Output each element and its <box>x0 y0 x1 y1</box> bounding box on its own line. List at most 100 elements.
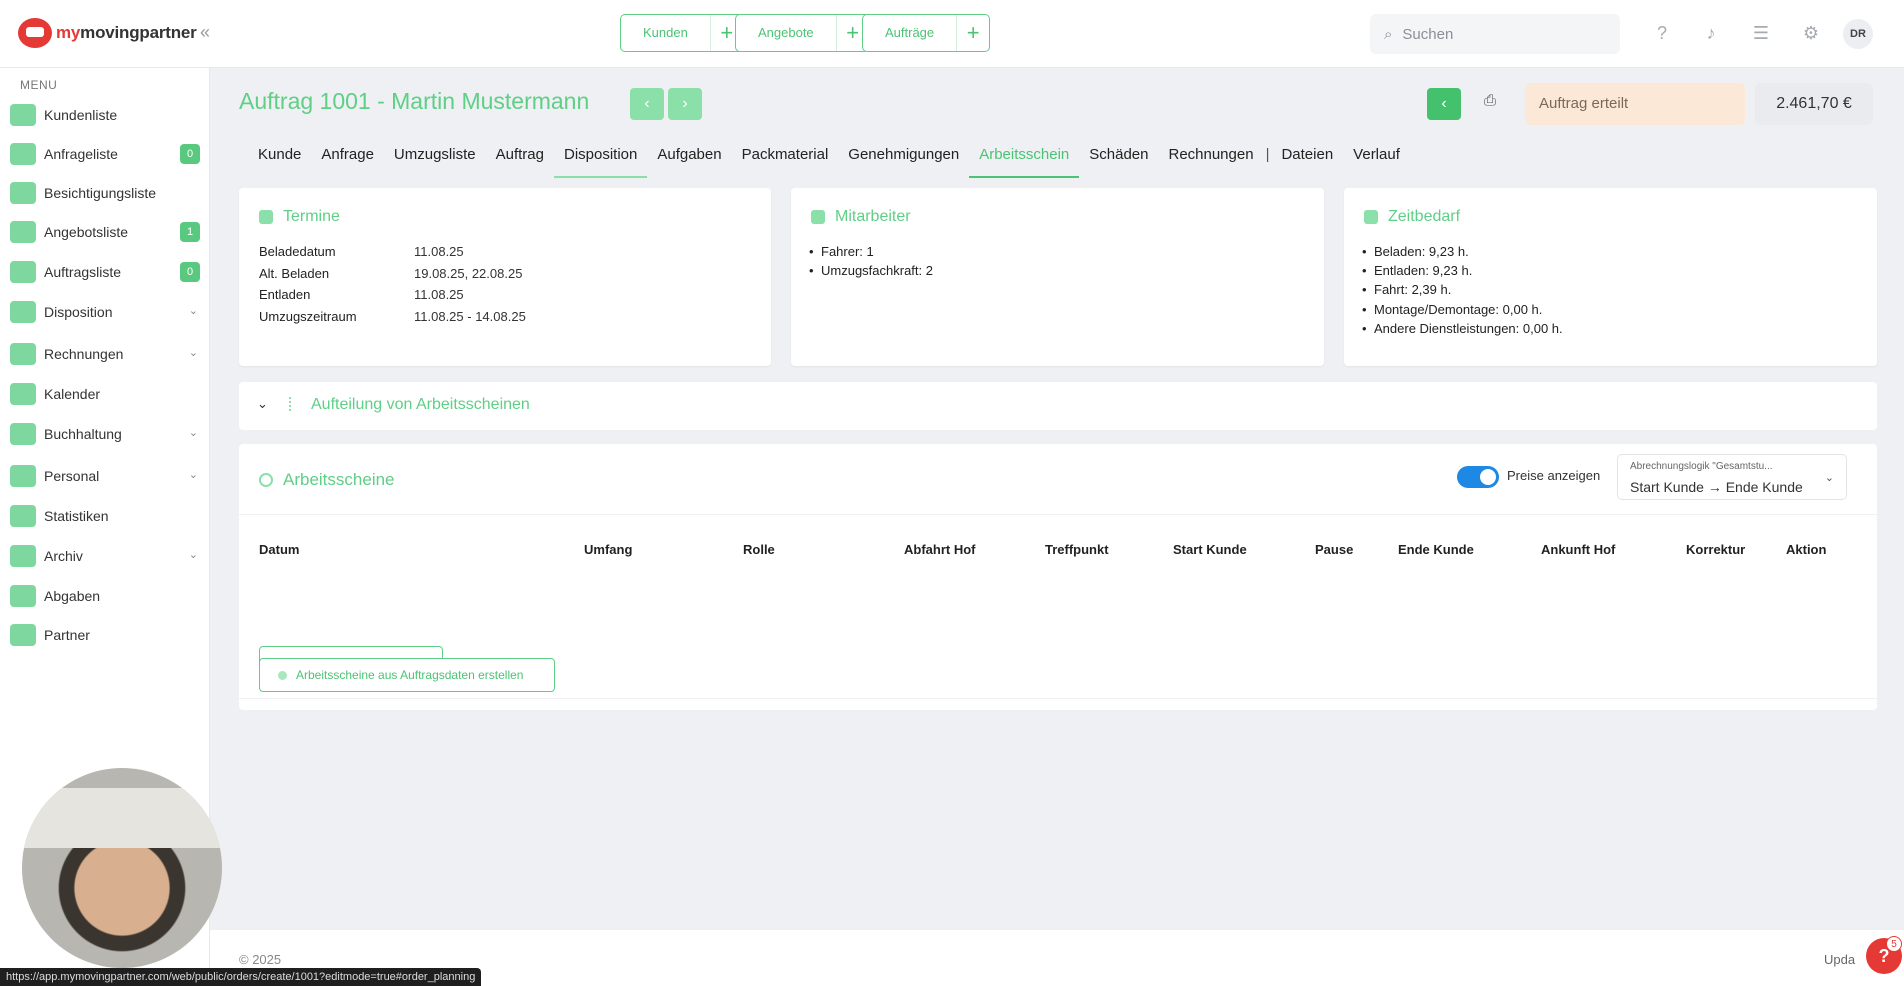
search-icon: ⌕ <box>1384 25 1393 43</box>
tab-arbeitsschein[interactable]: Arbeitsschein <box>969 146 1080 178</box>
divider <box>239 698 1877 699</box>
sidebar-item-personal[interactable]: Personal ⌄ <box>10 462 200 490</box>
tab-schaeden[interactable]: Schäden <box>1079 146 1158 178</box>
people-icon <box>811 210 825 224</box>
collapse-sidebar-icon[interactable]: « <box>200 22 210 43</box>
tab-anfrage[interactable]: Anfrage <box>311 146 384 178</box>
avatar[interactable]: DR <box>1843 19 1873 49</box>
search-input[interactable]: ⌕ Suchen <box>1370 14 1620 54</box>
tab-umzugsliste[interactable]: Umzugsliste <box>384 146 486 178</box>
list-item: Fahrt: 2,39 h. <box>1362 282 1451 297</box>
column-header-pause: Pause <box>1315 542 1354 557</box>
help-icon[interactable]: ? <box>1651 22 1673 44</box>
abrechnungslogik-select[interactable]: Abrechnungslogik "Gesamtstu... Start Kun… <box>1617 454 1847 500</box>
menu-title: MENU <box>20 78 58 92</box>
sidebar-item-archiv[interactable]: Archiv ⌄ <box>10 542 200 570</box>
preise-toggle[interactable] <box>1457 466 1499 488</box>
tab-packmaterial[interactable]: Packmaterial <box>732 146 839 178</box>
webcam-overlay <box>22 768 222 968</box>
sidebar-item-abgaben[interactable]: Abgaben <box>10 582 200 610</box>
tab-genehmigungen[interactable]: Genehmigungen <box>838 146 969 178</box>
select-label: Abrechnungslogik "Gesamtstu... <box>1630 461 1773 472</box>
divider <box>239 514 1877 515</box>
checklist-icon[interactable]: ☰ <box>1750 22 1772 44</box>
termine-row: Entladen 11.08.25 <box>259 287 464 302</box>
tab-kunde[interactable]: Kunde <box>248 146 311 178</box>
copyright: © 2025 <box>239 952 282 967</box>
zeitbedarf-title: Zeitbedarf <box>1388 208 1461 225</box>
logo-main: movingpartner <box>80 23 197 42</box>
sidebar-item-rechnungen[interactable]: Rechnungen ⌄ <box>10 340 200 368</box>
column-header-korrektur: Korrektur <box>1686 542 1746 557</box>
chevron-down-icon: ⌄ <box>1824 472 1834 484</box>
aufteilung-section[interactable]: ⌄ Aufteilung von Arbeitsscheinen <box>239 382 1877 430</box>
mitarbeiter-card: Mitarbeiter Fahrer: 1 Umzugsfachkraft: 2 <box>791 188 1324 366</box>
quick-auftraege-button[interactable]: Aufträge <box>863 15 958 51</box>
prev-order-button[interactable]: ‹ <box>630 88 664 120</box>
column-header-aktion: Aktion <box>1786 542 1827 557</box>
tab-aufgaben[interactable]: Aufgaben <box>647 146 731 178</box>
tab-dateien[interactable]: Dateien <box>1271 146 1343 178</box>
column-header-rolle: Rolle <box>743 542 775 557</box>
column-header-start-kunde: Start Kunde <box>1173 542 1247 557</box>
quick-auftraege-add-button[interactable]: + <box>957 15 989 51</box>
sidebar-item-partner[interactable]: Partner <box>10 621 200 649</box>
sidebar-item-angebotsliste[interactable]: Angebotsliste 1 <box>10 218 200 246</box>
page-title: Auftrag 1001 - Martin Mustermann <box>239 88 590 114</box>
arbeitsscheine-title: Arbeitsscheine <box>283 470 395 489</box>
sidebar-item-disposition[interactable]: Disposition ⌄ <box>10 298 200 326</box>
clock-icon <box>259 473 273 487</box>
sidebar-item-besichtigungsliste[interactable]: Besichtigungsliste <box>10 179 200 207</box>
sidebar-item-kalender[interactable]: Kalender <box>10 380 200 408</box>
tab-separator: | <box>1265 146 1270 163</box>
sidebar-item-kundenliste[interactable]: Kundenliste <box>10 101 200 129</box>
chevron-down-icon: ⌄ <box>188 427 198 439</box>
bell-icon[interactable]: ♪ <box>1700 22 1722 44</box>
tab-disposition[interactable]: Disposition <box>553 146 648 178</box>
tab-auftrag[interactable]: Auftrag <box>486 146 554 178</box>
list-item: Umzugsfachkraft: 2 <box>809 263 933 278</box>
select-value: Start Kunde → Ende Kunde <box>1630 479 1803 495</box>
list-item: Fahrer: 1 <box>809 244 874 259</box>
handshake-icon <box>10 624 36 646</box>
browser-status-url: https://app.mymovingpartner.com/web/publ… <box>0 968 482 986</box>
column-header-ankunft-hof: Ankunft Hof <box>1541 542 1616 557</box>
logo[interactable]: mymovingpartner <box>18 18 197 48</box>
termine-row: Alt. Beladen 19.08.25, 22.08.25 <box>259 266 523 281</box>
house-icon <box>10 182 36 204</box>
column-header-umfang: Umfang <box>584 542 633 557</box>
document-icon <box>10 221 36 243</box>
sidebar-item-anfrageliste[interactable]: Anfrageliste 0 <box>10 140 200 168</box>
top-bar: mymovingpartner « Kunden + Angebote + Au… <box>0 0 1904 68</box>
status-badge: 0 <box>180 262 200 282</box>
update-link[interactable]: Upda <box>1824 952 1855 967</box>
quick-kunden-button[interactable]: Kunden <box>621 15 711 51</box>
sidebar-item-statistiken[interactable]: Statistiken <box>10 502 200 530</box>
chevron-down-icon: ⌄ <box>188 305 198 317</box>
print-icon[interactable]: ⎙ <box>1478 92 1502 116</box>
list-item: Entladen: 9,23 h. <box>1362 263 1472 278</box>
column-header-treffpunkt: Treffpunkt <box>1045 542 1109 557</box>
main-content: Auftrag 1001 - Martin Mustermann ‹ › ‹ ⎙… <box>210 68 1904 986</box>
tab-rechnungen[interactable]: Rechnungen <box>1158 146 1263 178</box>
back-button[interactable]: ‹ <box>1427 88 1461 120</box>
next-order-button[interactable]: › <box>668 88 702 120</box>
gear-icon[interactable]: ⚙ <box>1800 22 1822 44</box>
chevron-down-icon: ⌄ <box>188 549 198 561</box>
zeitbedarf-card: Zeitbedarf Beladen: 9,23 h. Entladen: 9,… <box>1344 188 1877 366</box>
calendar-icon <box>259 210 273 224</box>
money-icon <box>10 343 36 365</box>
logo-prefix: my <box>56 23 81 42</box>
arbeitsscheine-erstellen-button[interactable]: Arbeitsscheine aus Auftragsdaten erstell… <box>259 658 555 692</box>
sidebar-item-auftragsliste[interactable]: Auftragsliste 0 <box>10 258 200 286</box>
termine-card: Termine Beladedatum 11.08.25 Alt. Beladen… <box>239 188 771 366</box>
mitarbeiter-title: Mitarbeiter <box>835 208 911 225</box>
quick-angebote-button[interactable]: Angebote <box>736 15 837 51</box>
inbox-icon <box>10 143 36 165</box>
sidebar-item-buchhaltung[interactable]: Buchhaltung ⌄ <box>10 420 200 448</box>
status-badge[interactable]: Auftrag erteilt <box>1525 83 1745 125</box>
chevron-down-icon: ⌄ <box>188 469 198 481</box>
termine-row: Beladedatum 11.08.25 <box>259 244 464 259</box>
tab-bar: Kunde Anfrage Umzugsliste Auftrag Dispos… <box>248 146 1410 178</box>
tab-verlauf[interactable]: Verlauf <box>1343 146 1410 178</box>
